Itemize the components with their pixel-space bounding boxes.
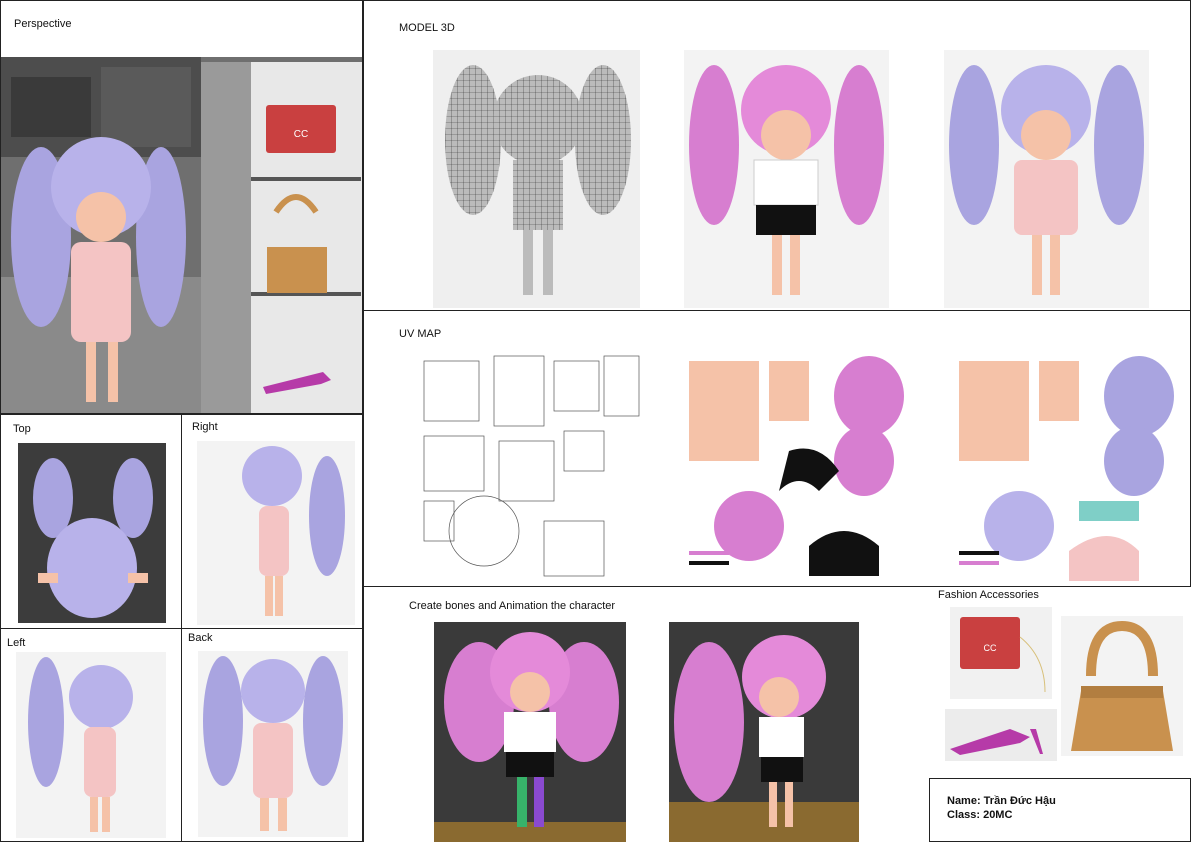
uv-map-label: UV MAP [399,328,442,340]
left-label: Left [7,637,26,649]
uv-wireframe-layout [414,351,649,586]
animation-panel: Create bones and Animation the character [363,586,929,842]
author-class: Class: 20MC [947,809,1013,821]
wireframe-render [433,50,640,308]
model-3d-label: MODEL 3D [399,22,455,34]
perspective-render: CC [1,57,362,413]
back-view-panel: Back [181,628,363,842]
credits-panel: Name: Trần Đức Hậu Class: 20MC [929,778,1191,842]
svg-text:CC: CC [984,643,997,653]
pink-hair-render [684,50,889,308]
left-view-render [16,652,166,838]
magenta-shoe-image [945,709,1057,761]
animation-render-side [669,622,859,842]
lavender-hair-render [944,50,1149,308]
top-label: Top [13,423,31,435]
model-3d-panel: MODEL 3D [363,0,1191,311]
perspective-panel: Perspective CC [0,0,363,414]
top-view-render [18,443,166,623]
top-view-panel: Top [0,414,182,629]
uv-pink-layout [679,351,914,586]
right-view-panel: Right [181,414,363,629]
left-view-panel: Left [0,628,182,842]
right-view-render [197,441,355,625]
back-view-render [198,651,348,837]
right-label: Right [192,421,218,433]
back-label: Back [188,632,213,644]
animation-render-front [434,622,626,842]
uv-lavender-layout [949,351,1184,586]
tan-handbag-image [1061,616,1183,756]
red-handbag-image: CC [950,607,1052,699]
author-name: Name: Trần Đức Hậu [947,795,1056,807]
uv-map-panel: UV MAP [363,310,1191,587]
perspective-label: Perspective [14,18,72,30]
animation-label: Create bones and Animation the character [409,600,616,612]
svg-text:CC: CC [294,129,308,140]
fashion-label: Fashion Accessories [938,589,1039,601]
